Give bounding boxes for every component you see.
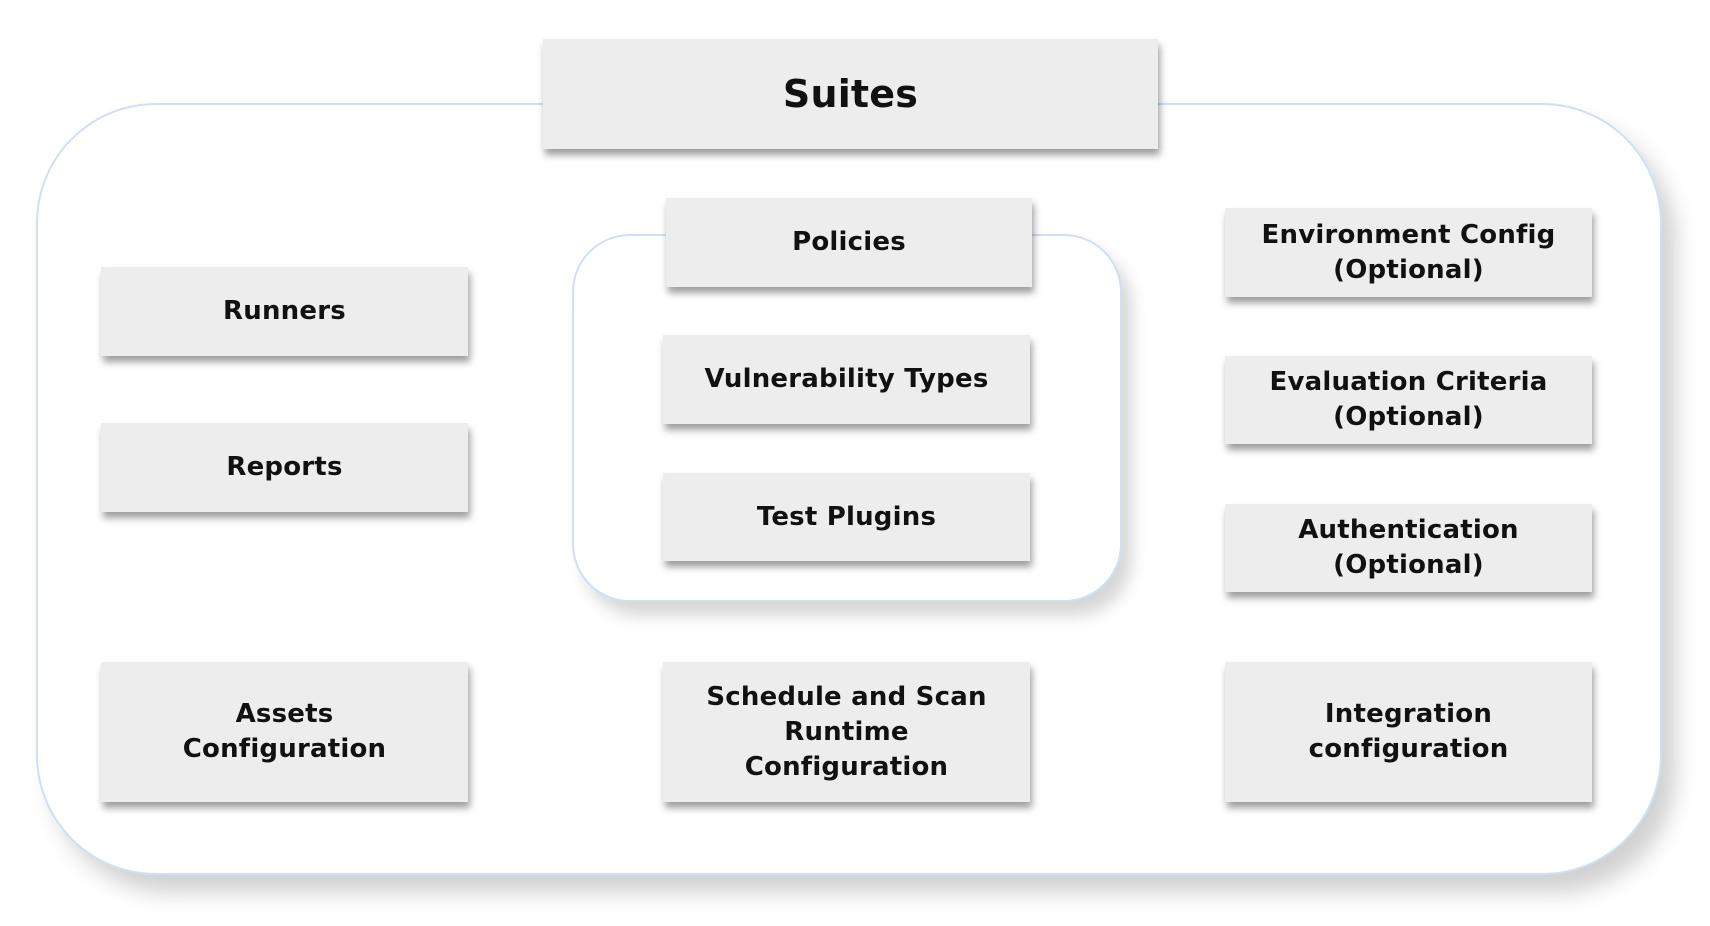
test-plugins-label: Test Plugins: [756, 501, 937, 532]
suites-title: Suites: [782, 72, 919, 116]
vulnerability-types-label: Vulnerability Types: [704, 364, 989, 394]
schedule-and-scan-label: Schedule and Scan Runtime Configuration: [706, 681, 987, 782]
runners-label: Runners: [223, 296, 346, 326]
authentication-box: Authentication (Optional): [1225, 504, 1592, 592]
assets-configuration-label: Assets Configuration: [182, 699, 387, 764]
suites-title-box: Suites: [543, 39, 1158, 149]
integration-configuration-label: Integration configuration: [1308, 699, 1509, 764]
vulnerability-types-box: Vulnerability Types: [663, 335, 1030, 424]
policies-label: Policies: [792, 227, 906, 257]
integration-configuration-box: Integration configuration: [1225, 662, 1592, 802]
evaluation-criteria-box: Evaluation Criteria (Optional): [1225, 356, 1592, 444]
reports-box: Reports: [101, 423, 468, 512]
test-plugins-box: Test Plugins: [663, 473, 1030, 561]
evaluation-criteria-label: Evaluation Criteria (Optional): [1269, 367, 1548, 432]
authentication-label: Authentication (Optional): [1298, 515, 1519, 580]
schedule-and-scan-box: Schedule and Scan Runtime Configuration: [663, 662, 1030, 802]
reports-label: Reports: [226, 452, 343, 482]
policies-box: Policies: [666, 198, 1032, 287]
runners-box: Runners: [101, 267, 468, 356]
environment-config-label: Environment Config (Optional): [1261, 219, 1556, 285]
environment-config-box: Environment Config (Optional): [1225, 208, 1592, 297]
assets-configuration-box: Assets Configuration: [101, 662, 468, 802]
